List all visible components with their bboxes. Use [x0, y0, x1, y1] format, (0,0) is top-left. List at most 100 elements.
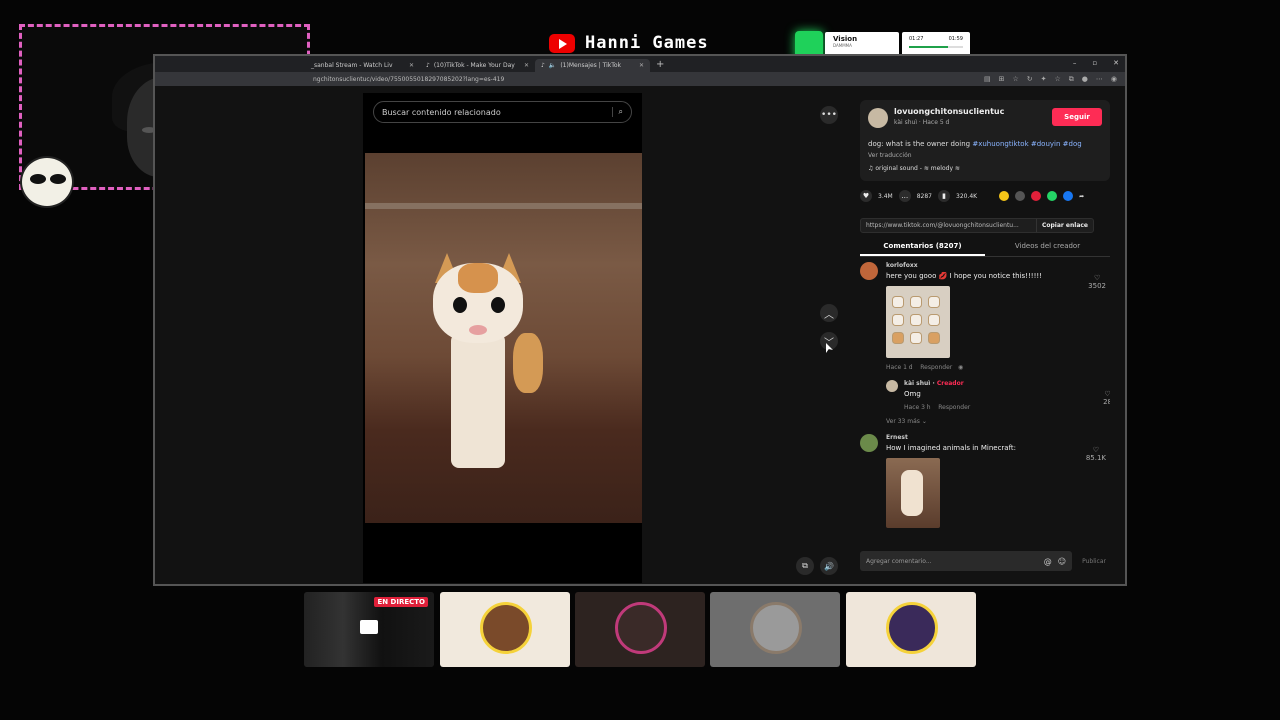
tab-tiktok-home[interactable]: ♪ (10)TikTok - Make Your Day ✕: [420, 59, 535, 72]
details-panel: lovuongchitonsuclientuc kài shuì · Hace …: [852, 86, 1122, 584]
channel-name: Hanni Games: [585, 33, 709, 53]
heart-outline-icon[interactable]: ♡: [1086, 446, 1106, 454]
more-options-button[interactable]: •••: [820, 106, 838, 124]
mention-icon[interactable]: @: [1044, 557, 1052, 566]
heart-outline-icon[interactable]: ♡: [1088, 274, 1106, 282]
participant-tile[interactable]: [846, 592, 976, 667]
hashtags[interactable]: #xuhuongtiktok #douyin #dog: [972, 140, 1081, 148]
maximize-button[interactable]: ▫: [1092, 59, 1097, 67]
comment-image[interactable]: [886, 286, 950, 358]
tab-comments[interactable]: Comentarios (8207): [860, 237, 985, 256]
tiktok-icon: ♪: [426, 62, 430, 69]
share-gold-icon[interactable]: [999, 191, 1010, 201]
mascot-avatar: [20, 156, 74, 208]
bookmark-icon[interactable]: ▮: [938, 190, 950, 202]
video-player[interactable]: [365, 153, 642, 523]
reader-icon[interactable]: ▤: [984, 75, 991, 84]
player-elapsed: 01:27: [909, 36, 924, 42]
view-more-label: Ver 33 más: [886, 418, 920, 425]
participant-tile[interactable]: [440, 592, 570, 667]
reply-button[interactable]: Responder: [920, 364, 952, 371]
share-link-field[interactable]: https://www.tiktok.com/@lovuongchitonsuc…: [860, 218, 1094, 233]
emoji-icon[interactable]: ☺: [1058, 557, 1066, 566]
favorites-icon[interactable]: ☆: [1055, 75, 1061, 84]
star-icon[interactable]: ☆: [1012, 75, 1018, 84]
reply-user[interactable]: kài shuì · Creador: [904, 380, 964, 387]
share-arrow-icon[interactable]: ➦: [1079, 193, 1084, 200]
participant-screenshare[interactable]: EN DIRECTO: [304, 592, 434, 667]
comment-meta: Hace 1 d Responder ◉: [886, 364, 963, 371]
close-icon[interactable]: ✕: [409, 62, 414, 69]
reply-item: kài shuì · Creador Omg Hace 3 h Responde…: [886, 380, 1110, 430]
follow-button[interactable]: Seguir: [1052, 108, 1102, 126]
channel-brand: Hanni Games: [549, 30, 709, 56]
menu-icon[interactable]: ⋯: [1096, 75, 1103, 84]
close-icon[interactable]: ✕: [524, 62, 529, 69]
copy-link-button[interactable]: Copiar enlace: [1035, 219, 1093, 232]
youtube-icon: [549, 33, 575, 53]
refresh-icon[interactable]: ↻: [1027, 75, 1033, 84]
comment-like-count: 85.1K: [1085, 454, 1106, 462]
profile-icon[interactable]: ●: [1082, 75, 1088, 84]
comment-composer: Agregar comentario... @ ☺ Publicar: [860, 548, 1110, 574]
heart-outline-icon[interactable]: ♡: [1103, 390, 1110, 398]
translate-link[interactable]: Ver traducción: [868, 152, 912, 159]
extensions-icon[interactable]: ✦: [1041, 75, 1047, 84]
reply-button[interactable]: Responder: [938, 404, 970, 411]
volume-button[interactable]: 🔊: [820, 557, 838, 575]
live-badge: EN DIRECTO: [374, 597, 428, 607]
avatar[interactable]: [860, 434, 878, 452]
comment-image[interactable]: [886, 458, 940, 528]
browser-window: _sanbal Stream - Watch Liv ✕ ♪ (10)TikTok …: [153, 54, 1127, 586]
facebook-icon[interactable]: [1063, 191, 1074, 201]
vision-title: Vision: [833, 35, 858, 43]
avatar[interactable]: [886, 380, 898, 392]
new-tab-button[interactable]: +: [650, 59, 670, 72]
url-text[interactable]: ngchitonsuclientuc/video/755005501829708…: [313, 76, 504, 83]
minimize-button[interactable]: –: [1073, 59, 1077, 67]
cat-figure: [433, 253, 543, 468]
reply-like[interactable]: ♡ 28: [1103, 390, 1110, 406]
comment-input[interactable]: Agregar comentario... @ ☺: [860, 551, 1073, 571]
panel-tabs: Comentarios (8207) Videos del creador: [860, 237, 1110, 257]
tab-creator-videos[interactable]: Videos del creador: [985, 237, 1110, 256]
publish-button[interactable]: Publicar: [1078, 558, 1110, 565]
reply-text: Omg: [904, 390, 921, 398]
previous-video-button[interactable]: ︿: [820, 304, 838, 322]
address-bar[interactable]: ngchitonsuclientuc/video/755005501829708…: [155, 72, 1125, 86]
collections-icon[interactable]: ⧉: [1069, 75, 1074, 84]
comment-text: here you gooo 💋 I hope you notice this!!…: [886, 272, 1043, 280]
search-input[interactable]: Buscar contenido relacionado ⌕: [373, 101, 632, 123]
comment-icon[interactable]: …: [898, 190, 911, 202]
whatsapp-icon[interactable]: [1047, 191, 1058, 201]
pip-button[interactable]: ⧉: [796, 557, 814, 575]
window-controls: – ▫ ✕: [1073, 59, 1119, 67]
avatar: [886, 602, 938, 654]
sound-link[interactable]: ♫ original sound - ≋ melody ≋: [868, 165, 960, 172]
comment-like[interactable]: ♡ 85.1K: [1086, 446, 1106, 462]
comment-user[interactable]: Ernest: [886, 434, 908, 441]
heart-icon[interactable]: ♥: [860, 190, 872, 202]
copilot-icon[interactable]: ◉: [1111, 75, 1117, 84]
close-window-button[interactable]: ✕: [1113, 59, 1119, 67]
author-username[interactable]: lovuongchitonsuclientuc: [894, 107, 1004, 116]
tab-stream[interactable]: _sanbal Stream - Watch Liv ✕: [305, 59, 420, 72]
close-icon[interactable]: ✕: [639, 62, 644, 69]
sound-label: original sound - ≋ melody ≋: [875, 165, 960, 172]
view-more-replies[interactable]: Ver 33 más ⌄: [886, 418, 927, 425]
embed-icon[interactable]: [1015, 191, 1026, 201]
tab-tiktok-messages[interactable]: ♪ 🔈 (1)Mensajes | TikTok ✕: [535, 59, 650, 72]
description-text: dog: what is the owner doing: [868, 140, 971, 148]
share-red-icon[interactable]: [1031, 191, 1042, 201]
search-icon[interactable]: ⌕: [611, 107, 623, 117]
comment-user[interactable]: korlofoxx: [886, 262, 918, 269]
comment-like-count: 3502: [1088, 282, 1106, 290]
comment-like[interactable]: ♡ 3502: [1088, 274, 1106, 290]
participant-tile[interactable]: [575, 592, 705, 667]
avatar[interactable]: [860, 262, 878, 280]
comment-count: 8287: [916, 192, 932, 200]
participant-tile[interactable]: [710, 592, 840, 667]
translate-icon[interactable]: ⊞: [999, 75, 1005, 84]
avatar[interactable]: [868, 108, 888, 128]
player-progress: [909, 46, 949, 48]
